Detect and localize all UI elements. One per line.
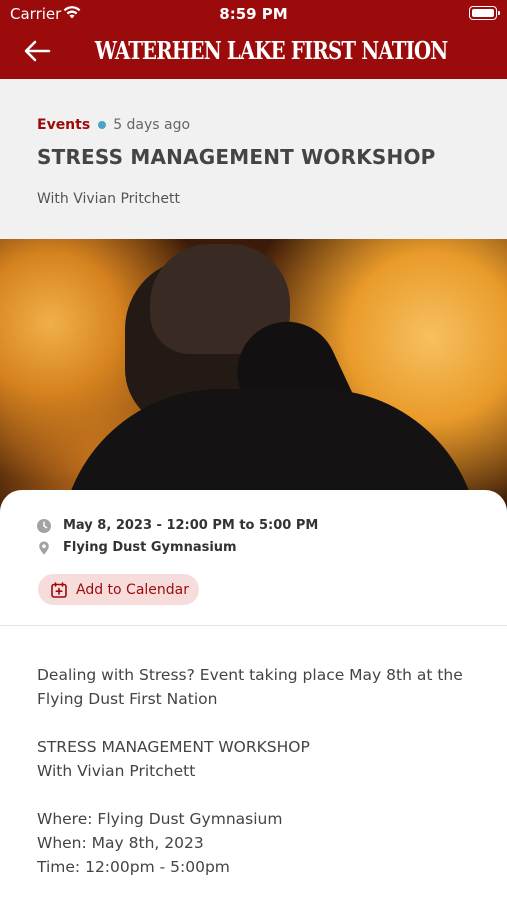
event-description: Dealing with Stress? Event taking place …: [37, 663, 477, 879]
calendar-add-icon: [51, 581, 67, 598]
add-to-calendar-label: Add to Calendar: [76, 581, 190, 598]
app-header: Carrier 8:59 PM WATERHEN LAKE FIRST NATI…: [0, 0, 507, 79]
back-arrow-icon[interactable]: [22, 38, 52, 64]
location-pin-icon: [39, 541, 49, 554]
posted-time: 5 days ago: [113, 117, 191, 133]
event-location-row: Flying Dust Gymnasium: [37, 540, 237, 555]
add-to-calendar-button[interactable]: Add to Calendar: [38, 574, 200, 605]
app-title: WATERHEN LAKE FIRST NATION: [94, 36, 448, 65]
description-paragraph: STRESS MANAGEMENT WORKSHOP With Vivian P…: [37, 735, 477, 783]
event-image: [0, 239, 507, 519]
description-line: STRESS MANAGEMENT WORKSHOP: [37, 738, 310, 756]
divider: [0, 625, 507, 626]
post-meta: Events 5 days ago: [37, 117, 190, 133]
post-info: Events 5 days ago STRESS MANAGEMENT WORK…: [0, 79, 507, 239]
status-time: 8:59 PM: [219, 5, 288, 23]
separator-dot: [98, 121, 107, 129]
description-line: Time: 12:00pm - 5:00pm: [37, 858, 230, 876]
event-datetime-row: May 8, 2023 - 12:00 PM to 5:00 PM: [37, 518, 318, 533]
description-line: Where: Flying Dust Gymnasium: [37, 810, 283, 828]
description-line: When: May 8th, 2023: [37, 834, 204, 852]
category-label[interactable]: Events: [37, 117, 90, 133]
event-location: Flying Dust Gymnasium: [63, 540, 237, 555]
description-paragraph: Dealing with Stress? Event taking place …: [37, 666, 463, 708]
post-subtitle: With Vivian Pritchett: [37, 191, 180, 207]
status-bar: Carrier 8:59 PM: [0, 0, 507, 28]
post-title: STRESS MANAGEMENT WORKSHOP: [37, 145, 436, 169]
description-paragraph: Where: Flying Dust Gymnasium When: May 8…: [37, 807, 477, 879]
details-card: May 8, 2023 - 12:00 PM to 5:00 PM Flying…: [0, 490, 507, 900]
clock-icon: [37, 518, 51, 533]
battery-icon: [469, 6, 500, 20]
description-line: With Vivian Pritchett: [37, 762, 196, 780]
event-datetime: May 8, 2023 - 12:00 PM to 5:00 PM: [63, 518, 319, 533]
